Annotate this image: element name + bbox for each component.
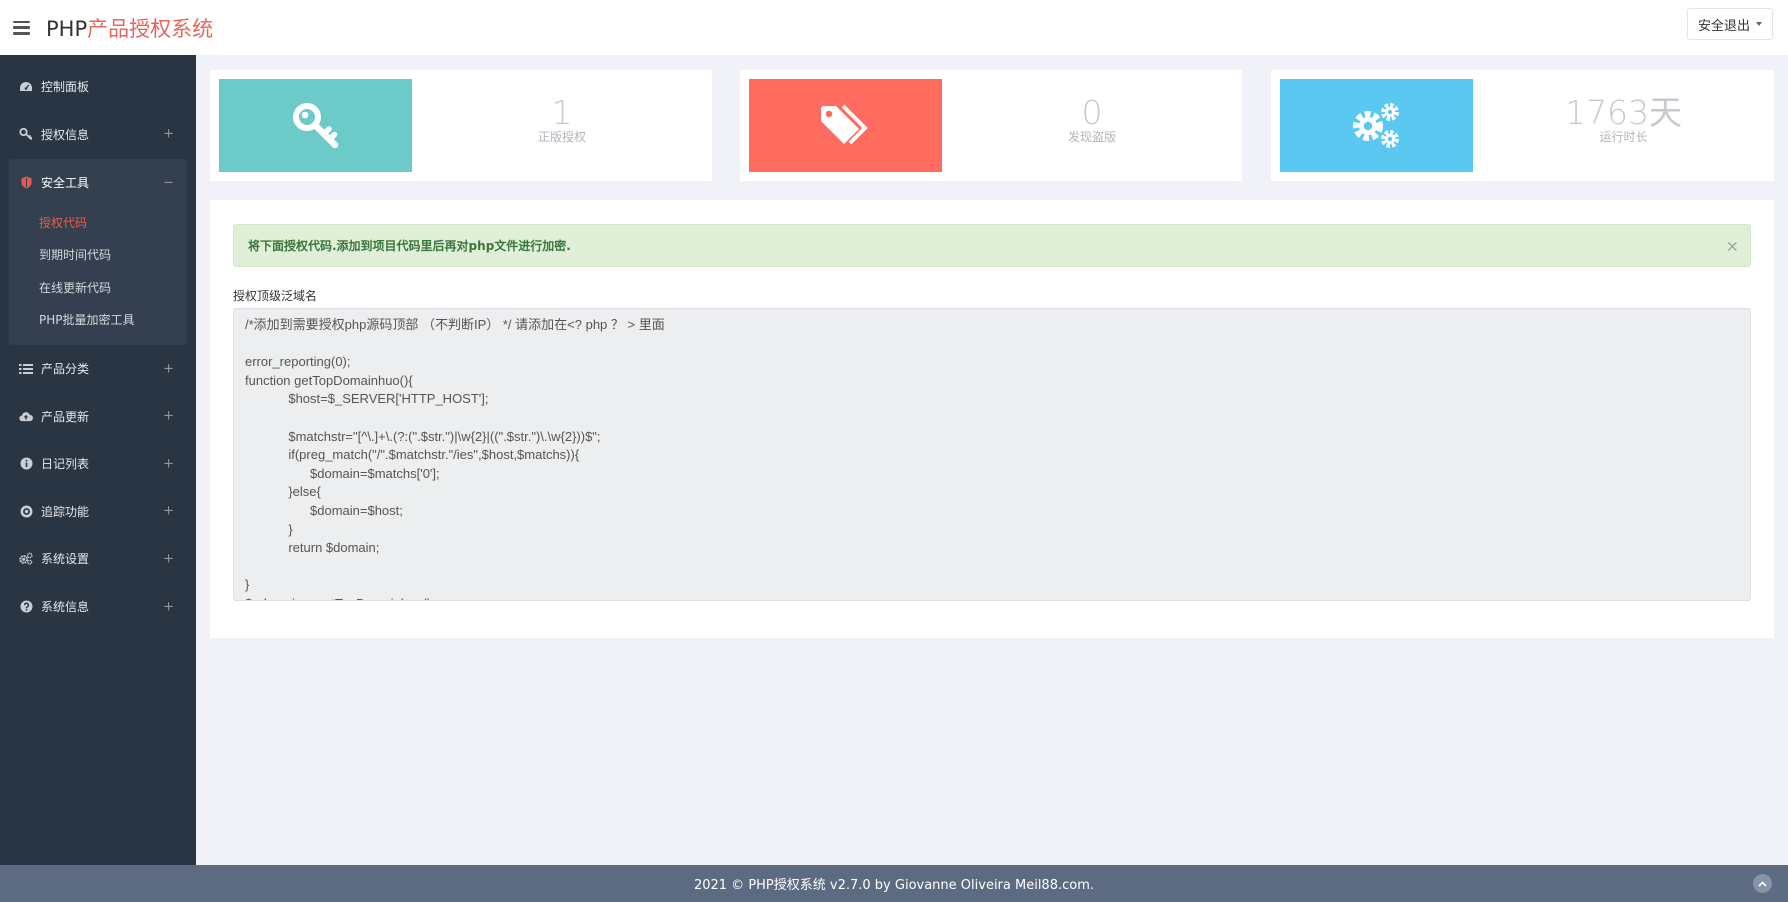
subnav-license-code[interactable]: 授权代码 [9,207,187,240]
stat-icon-box [1280,79,1473,172]
sidebar-group-security-tools: 安全工具 − 授权代码 到期时间代码 在线更新代码 PHP批量加密工具 [9,159,187,345]
expand-icon: + [163,599,174,615]
subnav-expiry-code[interactable]: 到期时间代码 [9,239,187,272]
gears-icon [19,552,33,566]
stat-card-piracy: 0 发现盗版 [740,70,1242,181]
sidebar-item-label: 系统信息 [41,600,90,615]
sidebar-item-system-settings[interactable]: 系统设置 + [0,535,196,583]
sidebar-item-label: 控制面板 [41,80,90,95]
sidebar-item-label: 追踪功能 [41,504,90,519]
subnav-php-batch-encrypt[interactable]: PHP批量加密工具 [9,304,187,337]
chevron-up-icon [1758,880,1767,887]
sidebar-item-label: 产品分类 [41,362,90,377]
question-circle-icon [19,600,33,614]
sidebar-item-label: 日记列表 [41,457,90,472]
license-code-panel: 将下面授权代码.添加到项目代码里后再对php文件进行加密. × 授权顶级泛域名 [210,200,1774,638]
stat-value: 1 [551,93,573,132]
chevron-down-icon [1756,22,1762,26]
brand-suffix: 产品授权系统 [87,16,214,41]
brand-prefix: PHP [46,16,88,41]
scroll-to-top-button[interactable] [1753,874,1772,893]
stat-value: 1763天 [1565,93,1682,132]
stat-icon-box [749,79,942,172]
stat-label: 发现盗版 [1067,130,1116,144]
sidebar-item-label: 产品更新 [41,409,90,424]
alert-text: 将下面授权代码.添加到项目代码里后再对php文件进行加密. [248,239,571,253]
expand-icon: + [163,408,174,424]
sidebar-item-tracking[interactable]: 追踪功能 + [0,488,196,536]
stat-icon-box [219,79,412,172]
stat-value: 0 [1081,93,1103,132]
sidebar-item-dashboard[interactable]: 控制面板 [0,63,196,111]
menu-toggle-icon[interactable] [13,20,30,35]
expand-icon: + [163,551,174,567]
footer-text: 2021 © PHP授权系统 v2.7.0 by Giovanne Olivei… [693,878,1095,893]
stat-card-uptime: 1763天 运行时长 [1271,70,1774,181]
expand-icon: + [163,503,174,519]
sidebar-item-license-info[interactable]: 授权信息 + [0,111,196,159]
list-icon [19,362,33,376]
cloud-upload-icon [19,409,33,423]
info-circle-icon [19,457,33,471]
footer: 2021 © PHP授权系统 v2.7.0 by Giovanne Olivei… [0,865,1788,902]
tags-icon [820,104,868,144]
logout-button[interactable]: 安全退出 [1686,8,1773,40]
subnav-online-update-code[interactable]: 在线更新代码 [9,272,187,305]
sidebar-item-log-list[interactable]: 日记列表 + [0,440,196,488]
stat-text: 0 发现盗版 [942,95,1242,145]
shield-icon [19,176,33,190]
sidebar-item-label: 授权信息 [41,127,90,142]
stat-card-licensed: 1 正版授权 [210,70,712,181]
key-icon [19,127,33,141]
sidebar: 控制面板 授权信息 + 安全工具 − 授权代码 到期时间代码 在线更新代码 PH… [0,55,196,865]
expand-icon: + [163,456,174,472]
close-icon[interactable]: × [1726,236,1739,255]
key-icon [292,102,338,148]
sidebar-item-product-category[interactable]: 产品分类 + [0,345,196,393]
dashboard-icon [19,80,33,94]
stat-label: 正版授权 [537,130,586,144]
info-alert: 将下面授权代码.添加到项目代码里后再对php文件进行加密. × [233,224,1751,267]
top-header: PHP产品授权系统 安全退出 [0,0,1788,55]
sidebar-item-label: 系统设置 [41,552,90,567]
collapse-icon: − [163,175,174,191]
logout-label: 安全退出 [1697,18,1750,34]
expand-icon: + [163,361,174,377]
stat-label: 运行时长 [1599,130,1648,144]
sidebar-item-system-info[interactable]: 系统信息 + [0,583,196,631]
sidebar-item-label: 安全工具 [41,176,90,191]
license-code-textarea[interactable] [233,308,1751,601]
stat-text: 1763天 运行时长 [1473,95,1774,145]
brand-title[interactable]: PHP产品授权系统 [46,13,213,43]
sidebar-item-security-tools[interactable]: 安全工具 − [9,159,187,207]
gears-icon [1352,102,1399,148]
expand-icon: + [163,126,174,142]
target-icon [19,504,33,518]
stat-text: 1 正版授权 [412,95,712,145]
sidebar-item-product-update[interactable]: 产品更新 + [0,392,196,440]
code-field-label: 授权顶级泛域名 [233,289,318,303]
